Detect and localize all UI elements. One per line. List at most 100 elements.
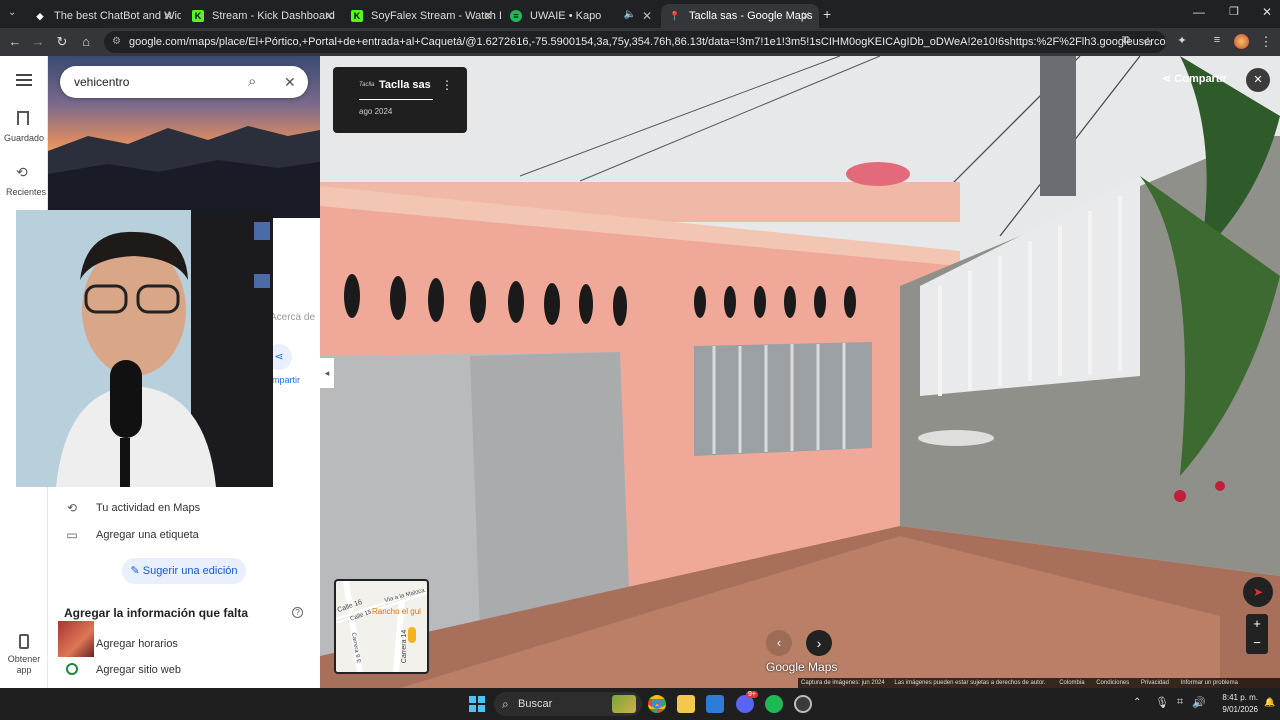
rail-saved-label[interactable]: Guardado	[0, 133, 48, 143]
tab-title: SoyFalex Stream - Watch Live o	[371, 10, 501, 22]
tab-google-maps[interactable]: 📍 Taclla sas - Google Maps ✕	[661, 4, 819, 28]
suggest-edit-label: Sugerir una edición	[142, 565, 238, 577]
footer-link-privacy[interactable]: Privacidad	[1141, 680, 1169, 686]
close-tab-icon[interactable]: ✕	[324, 9, 334, 23]
rail-get-app-label[interactable]: Obtener app	[0, 654, 48, 676]
microphone-icon[interactable]: 🎙	[1155, 696, 1169, 709]
tab-spotify[interactable]: ≡ UWAIE • Kapo 🔈 ✕	[502, 4, 660, 28]
zoom-out-button[interactable]: −	[1246, 634, 1268, 654]
site-info-icon[interactable]: ⚙	[112, 31, 121, 53]
speaker-icon[interactable]: 🔈	[624, 9, 636, 20]
street-view-scene	[320, 56, 1280, 688]
suggest-edit-button[interactable]: ✎ Sugerir una edición	[122, 558, 246, 584]
add-website-item[interactable]: Agregar sitio web	[96, 664, 181, 676]
volume-icon[interactable]: 🔊	[1192, 696, 1206, 709]
phone-icon[interactable]	[19, 634, 29, 649]
next-arrow-button[interactable]: ›	[806, 630, 832, 656]
hamburger-menu-icon[interactable]	[16, 74, 32, 86]
clock-date[interactable]: 9/01/2026	[1212, 705, 1258, 714]
previous-arrow-button[interactable]: ‹	[766, 630, 792, 656]
file-explorer-icon[interactable]	[677, 695, 695, 713]
tab-kick-dashboard[interactable]: K Stream - Kick Dashboard ✕	[184, 4, 342, 28]
zoom-in-button[interactable]: +	[1246, 614, 1268, 634]
obs-icon[interactable]	[794, 695, 812, 713]
new-tab-button[interactable]: +	[823, 6, 831, 22]
bookmark-star-icon[interactable]: ☆	[1140, 34, 1156, 50]
store-icon[interactable]	[706, 695, 724, 713]
capture-date: ago 2024	[359, 107, 393, 116]
close-tab-icon[interactable]: ✕	[163, 9, 173, 23]
close-tab-icon[interactable]: ✕	[642, 9, 652, 23]
footer-link-report[interactable]: Informar un problema	[1181, 680, 1238, 686]
place-name: Taclla sas	[379, 79, 431, 91]
help-icon[interactable]: ?	[292, 607, 303, 618]
reload-icon[interactable]: ↻	[54, 34, 70, 50]
chatbot-favicon-icon: ◆	[36, 10, 44, 21]
globe-icon	[66, 663, 78, 675]
spotify-icon[interactable]	[765, 695, 783, 713]
window-close-button[interactable]: ✕	[1262, 5, 1272, 19]
share-label-partial[interactable]: mpartir	[272, 375, 300, 385]
maximize-button[interactable]: ❐	[1229, 5, 1239, 18]
history-icon[interactable]: ⟲	[16, 164, 28, 181]
pegman-icon	[408, 627, 416, 643]
more-options-icon[interactable]: ⋮	[441, 78, 453, 92]
history-icon: ⟲	[66, 501, 78, 515]
taskbar-search-box[interactable]: ⌕ Buscar	[494, 692, 642, 716]
browser-tab-strip: ⌄ ◆ The best ChatBot and Widgets ✕ K Str…	[0, 0, 1280, 28]
webcam-scene	[16, 210, 273, 487]
zoom-controls: + −	[1246, 614, 1268, 654]
collapse-panel-button[interactable]: ◂	[320, 358, 334, 388]
search-input[interactable]: vehicentro ⌕ ✕	[60, 66, 308, 98]
chrome-icon[interactable]	[648, 695, 666, 713]
tab-chatbot[interactable]: ◆ The best ChatBot and Widgets ✕	[26, 4, 181, 28]
windows-start-icon[interactable]	[469, 696, 485, 712]
tab-soyfalex-stream[interactable]: K SoyFalex Stream - Watch Live o ✕	[343, 4, 501, 28]
footer-link-terms[interactable]: Condiciones	[1096, 680, 1129, 686]
rail-recents-label[interactable]: Recientes	[0, 186, 48, 198]
extensions-icon[interactable]: ✦	[1174, 34, 1190, 47]
tab-title: The best ChatBot and Widgets	[54, 10, 181, 22]
label-icon: ▭	[66, 528, 78, 542]
notifications-icon[interactable]: 🔔	[1264, 697, 1275, 708]
back-arrow-icon[interactable]: ←	[7, 34, 23, 49]
add-label-item[interactable]: ▭ Agregar una etiqueta	[64, 528, 198, 542]
close-street-view-button[interactable]: ✕	[1246, 68, 1270, 92]
your-activity-item[interactable]: ⟲ Tu actividad en Maps	[64, 501, 200, 515]
address-bar[interactable]: ⚙ google.com/maps/place/El+Pórtico,+Port…	[104, 31, 1166, 53]
copyright-notice: Las imágenes pueden estar sujetas a dere…	[894, 680, 1046, 686]
home-icon[interactable]: ⌂	[78, 34, 94, 49]
network-icon[interactable]: ⌗	[1177, 696, 1183, 709]
discord-badge: 9+	[746, 691, 758, 698]
maps-favicon-icon: 📍	[669, 10, 681, 21]
profile-avatar[interactable]	[1234, 34, 1249, 49]
contributor-thumbnail	[58, 621, 94, 657]
your-activity-label: Tu actividad en Maps	[96, 502, 201, 514]
install-icon[interactable]: ⧉	[1118, 34, 1134, 47]
share-button[interactable]: ⋖ Compartir	[1162, 72, 1227, 90]
compass-icon[interactable]: ➤	[1243, 577, 1273, 607]
reading-list-icon[interactable]: ≡	[1209, 34, 1225, 46]
google-maps-watermark: Google Maps	[766, 660, 838, 674]
street-view-canvas[interactable]: Taclla Taclla sas ago 2024 ⋮ ⋖ Compartir…	[320, 56, 1280, 688]
browser-toolbar: ← → ↻ ⌂ ⚙ google.com/maps/place/El+Pórti…	[0, 28, 1280, 56]
tab-search-icon[interactable]: ⌄	[8, 7, 16, 18]
footer-link-country[interactable]: Colombia	[1059, 680, 1084, 686]
minimize-button[interactable]: —	[1193, 5, 1205, 19]
street-view-footer: Captura de imágenes: jun 2024 Las imágen…	[798, 678, 1280, 688]
search-icon[interactable]: ⌕	[248, 66, 256, 98]
tray-overflow-icon[interactable]: ⌃	[1133, 697, 1141, 708]
forward-arrow-icon[interactable]: →	[30, 34, 46, 49]
clock-time[interactable]: 8:41 p. m.	[1214, 693, 1258, 702]
add-hours-item[interactable]: Agregar horarios	[96, 638, 178, 650]
place-info-card[interactable]: Taclla Taclla sas ago 2024 ⋮	[333, 67, 467, 133]
close-tab-icon[interactable]: ✕	[801, 9, 811, 23]
bookmark-icon[interactable]	[17, 111, 29, 125]
kick-favicon-icon: K	[351, 10, 363, 22]
about-tab-partial[interactable]: Acerca de	[270, 312, 315, 323]
mini-map[interactable]: Calle 16 Calle 15 Vía a la Maloca Rancho…	[334, 579, 429, 674]
close-tab-icon[interactable]: ✕	[483, 9, 493, 23]
browser-menu-icon[interactable]: ⋮	[1258, 34, 1274, 50]
spotify-favicon-icon: ≡	[510, 10, 522, 22]
clear-search-icon[interactable]: ✕	[284, 66, 296, 98]
